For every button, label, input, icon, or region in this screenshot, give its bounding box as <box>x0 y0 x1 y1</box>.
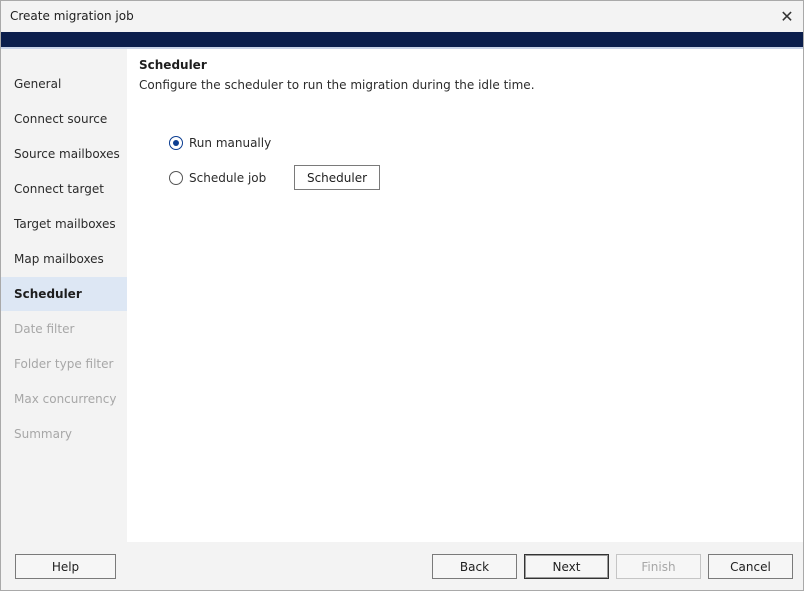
run-manually-label: Run manually <box>189 136 272 150</box>
sidebar-item-map-mailboxes[interactable]: Map mailboxes <box>1 242 127 276</box>
schedule-job-label: Schedule job <box>189 171 267 185</box>
sidebar-item-date-filter: Date filter <box>14 322 75 336</box>
dialog-window: Create migration job ✕ General Connect s… <box>0 0 804 591</box>
sidebar-item-connect-target[interactable]: Connect target <box>1 172 127 206</box>
run-manually-option[interactable]: Run manually <box>169 133 271 153</box>
next-button[interactable]: Next <box>524 554 609 579</box>
scheduler-button[interactable]: Scheduler <box>294 165 380 190</box>
window-title: Create migration job <box>10 9 134 23</box>
sidebar-item-source-mailboxes[interactable]: Source mailboxes <box>1 137 127 171</box>
sidebar-item-general[interactable]: General <box>1 67 127 101</box>
wizard-steps-sidebar: General Connect source Source mailboxes … <box>1 49 127 542</box>
sidebar-item-max-concurrency: Max concurrency <box>14 392 117 406</box>
schedule-job-radio[interactable] <box>169 171 183 185</box>
schedule-job-option[interactable]: Schedule job <box>169 168 266 188</box>
run-manually-radio[interactable] <box>169 136 183 150</box>
sidebar-item-folder-type-filter: Folder type filter <box>14 357 114 371</box>
page-title: Scheduler <box>139 58 207 72</box>
close-icon[interactable]: ✕ <box>771 1 803 32</box>
sidebar-item-summary: Summary <box>14 427 72 441</box>
finish-button: Finish <box>616 554 701 579</box>
help-button[interactable]: Help <box>15 554 116 579</box>
back-button[interactable]: Back <box>432 554 517 579</box>
scheduler-panel: Scheduler Configure the scheduler to run… <box>127 49 803 542</box>
cancel-button[interactable]: Cancel <box>708 554 793 579</box>
sidebar-item-connect-source[interactable]: Connect source <box>1 102 127 136</box>
sidebar-item-scheduler[interactable]: Scheduler <box>1 277 127 311</box>
title-bar: Create migration job ✕ <box>1 1 803 32</box>
sidebar-item-target-mailboxes[interactable]: Target mailboxes <box>1 207 127 241</box>
wizard-footer: Help Back Next Finish Cancel <box>1 542 803 590</box>
page-description: Configure the scheduler to run the migra… <box>139 78 535 92</box>
header-accent-bar <box>1 32 803 49</box>
